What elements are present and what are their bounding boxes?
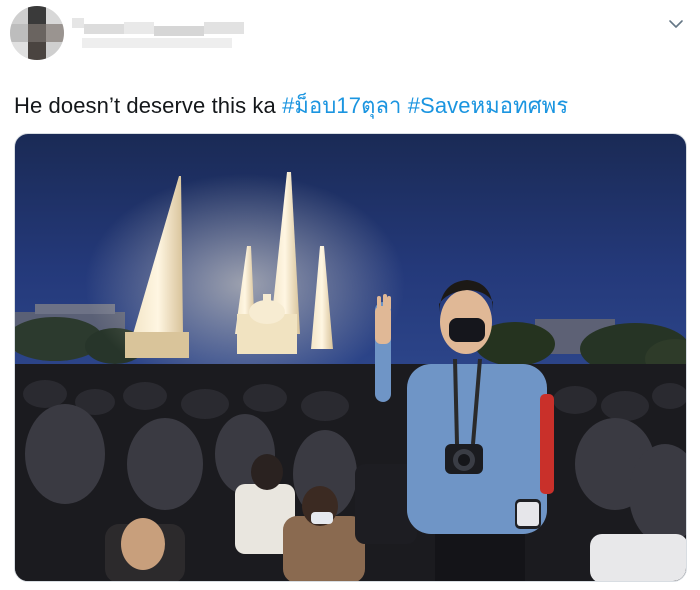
tweet-card: He doesn’t deserve this ka #ม็อบ17ตุลา #… (0, 0, 700, 590)
hashtag-link[interactable]: #ม็อบ17ตุลา (282, 93, 401, 118)
avatar[interactable] (10, 6, 64, 60)
blurred-username (72, 18, 252, 52)
tweet-photo[interactable] (14, 133, 687, 582)
chevron-down-icon[interactable] (668, 16, 684, 32)
tweet-text: He doesn’t deserve this ka #ม็อบ17ตุลา #… (14, 88, 694, 123)
tweet-body: He doesn’t deserve this ka (14, 93, 276, 118)
photo-illustration (15, 172, 686, 581)
hashtag-link[interactable]: #Saveหมอทศพร (408, 93, 569, 118)
